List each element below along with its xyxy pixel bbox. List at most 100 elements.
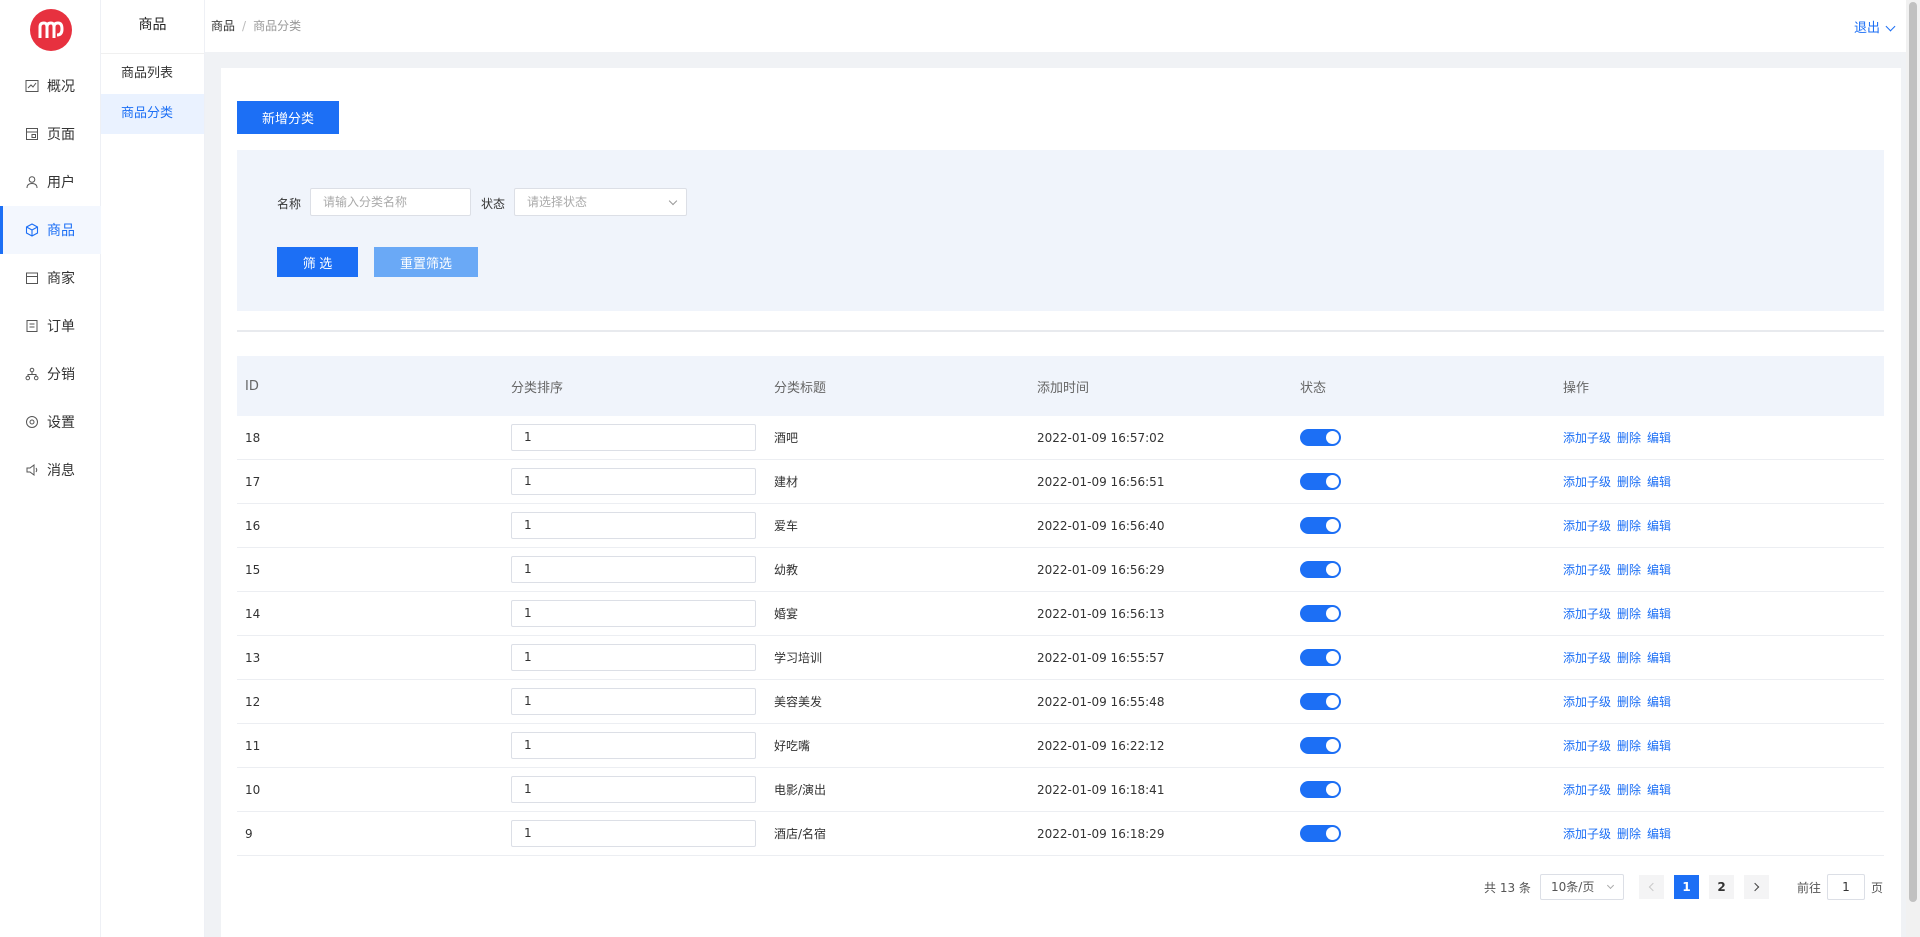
nav-item-3[interactable]: 商品 [0, 206, 101, 254]
delete-link[interactable]: 删除 [1617, 517, 1641, 534]
sort-input[interactable]: 1 [511, 468, 756, 495]
status-toggle[interactable] [1300, 561, 1341, 578]
filter-panel: 名称 请输入分类名称 状态 请选择状态 筛 选 重置筛选 [237, 150, 1884, 311]
edit-link[interactable]: 编辑 [1647, 649, 1671, 666]
next-page-button[interactable] [1744, 875, 1769, 899]
nav-item-4[interactable]: 商家 [0, 254, 101, 302]
nav-item-2[interactable]: 用户 [0, 158, 101, 206]
sort-input[interactable]: 1 [511, 688, 756, 715]
reset-filter-button[interactable]: 重置筛选 [374, 247, 478, 277]
add-child-link[interactable]: 添加子级 [1563, 693, 1611, 710]
subnav-item-product-category[interactable]: 商品分类 [101, 94, 204, 134]
breadcrumb-separator: / [242, 19, 247, 33]
edit-link[interactable]: 编辑 [1647, 429, 1671, 446]
status-select[interactable]: 请选择状态 [514, 188, 687, 216]
delete-link[interactable]: 删除 [1617, 561, 1641, 578]
edit-link[interactable]: 编辑 [1647, 473, 1671, 490]
cell-title: 爱车 [774, 519, 799, 533]
status-toggle[interactable] [1300, 693, 1341, 710]
cell-status [1300, 680, 1341, 723]
filter-button[interactable]: 筛 选 [277, 247, 358, 277]
scrollbar-thumb[interactable] [1909, 2, 1917, 902]
page-button-2[interactable]: 2 [1709, 875, 1734, 899]
add-child-link[interactable]: 添加子级 [1563, 605, 1611, 622]
add-child-link[interactable]: 添加子级 [1563, 825, 1611, 842]
logo[interactable] [30, 9, 72, 51]
delete-link[interactable]: 删除 [1617, 473, 1641, 490]
status-toggle[interactable] [1300, 605, 1341, 622]
chevron-left-icon [1648, 882, 1658, 892]
breadcrumb-root[interactable]: 商品 [211, 19, 235, 33]
cell-id: 16 [245, 518, 261, 533]
edit-link[interactable]: 编辑 [1647, 781, 1671, 798]
chevron-down-icon [1606, 881, 1615, 890]
edit-link[interactable]: 编辑 [1647, 605, 1671, 622]
nav-item-5[interactable]: 订单 [0, 302, 101, 350]
delete-link[interactable]: 删除 [1617, 429, 1641, 446]
goto-page-input[interactable]: 1 [1827, 874, 1865, 900]
cell-sort: 1 [511, 724, 756, 767]
add-category-button[interactable]: 新增分类 [237, 101, 339, 134]
cell-title: 美容美发 [774, 695, 823, 709]
add-child-link[interactable]: 添加子级 [1563, 737, 1611, 754]
page-button-1[interactable]: 1 [1674, 875, 1699, 899]
sort-input[interactable]: 1 [511, 556, 756, 583]
nav-item-label: 订单 [47, 319, 75, 335]
nav-item-label: 商家 [47, 271, 75, 287]
table-row: 9 1 酒店/名宿 2022-01-09 16:18:29 添加子级 删除 编辑 [237, 812, 1884, 856]
status-toggle[interactable] [1300, 781, 1341, 798]
order-icon [25, 319, 39, 333]
cell-title: 建材 [774, 475, 799, 489]
edit-link[interactable]: 编辑 [1647, 737, 1671, 754]
delete-link[interactable]: 删除 [1617, 737, 1641, 754]
status-toggle[interactable] [1300, 517, 1341, 534]
table-row: 17 1 建材 2022-01-09 16:56:51 添加子级 删除 编辑 [237, 460, 1884, 504]
add-child-link[interactable]: 添加子级 [1563, 429, 1611, 446]
sort-input[interactable]: 1 [511, 820, 756, 847]
distribution-icon [25, 367, 39, 381]
edit-link[interactable]: 编辑 [1647, 693, 1671, 710]
prev-page-button[interactable] [1639, 875, 1664, 899]
cell-title: 酒吧 [774, 431, 799, 445]
sort-input[interactable]: 1 [511, 776, 756, 803]
add-child-link[interactable]: 添加子级 [1563, 781, 1611, 798]
nav-item-6[interactable]: 分销 [0, 350, 101, 398]
header-status: 状态 [1300, 380, 1327, 396]
settings-icon [25, 415, 39, 429]
edit-link[interactable]: 编辑 [1647, 561, 1671, 578]
cell-actions: 添加子级 删除 编辑 [1563, 416, 1677, 459]
name-input[interactable]: 请输入分类名称 [310, 188, 471, 216]
page-scrollbar[interactable] [1906, 0, 1920, 937]
sort-input[interactable]: 1 [511, 600, 756, 627]
add-child-link[interactable]: 添加子级 [1563, 473, 1611, 490]
sort-input[interactable]: 1 [511, 644, 756, 671]
page-size-select[interactable]: 10条/页 [1540, 874, 1624, 900]
subnav-item-product-list[interactable]: 商品列表 [101, 54, 204, 94]
delete-link[interactable]: 删除 [1617, 649, 1641, 666]
chart-icon [25, 79, 39, 93]
nav-item-8[interactable]: 消息 [0, 446, 101, 494]
delete-link[interactable]: 删除 [1617, 693, 1641, 710]
delete-link[interactable]: 删除 [1617, 781, 1641, 798]
sort-input[interactable]: 1 [511, 512, 756, 539]
delete-link[interactable]: 删除 [1617, 605, 1641, 622]
nav-item-1[interactable]: 页面 [0, 110, 101, 158]
add-child-link[interactable]: 添加子级 [1563, 561, 1611, 578]
status-toggle[interactable] [1300, 429, 1341, 446]
status-toggle[interactable] [1300, 649, 1341, 666]
sort-input[interactable]: 1 [511, 732, 756, 759]
edit-link[interactable]: 编辑 [1647, 517, 1671, 534]
status-toggle[interactable] [1300, 737, 1341, 754]
sort-input[interactable]: 1 [511, 424, 756, 451]
nav-item-0[interactable]: 概况 [0, 62, 101, 110]
chevron-right-icon [1750, 882, 1760, 892]
status-toggle[interactable] [1300, 825, 1341, 842]
status-toggle[interactable] [1300, 473, 1341, 490]
nav-item-7[interactable]: 设置 [0, 398, 101, 446]
add-child-link[interactable]: 添加子级 [1563, 649, 1611, 666]
add-child-link[interactable]: 添加子级 [1563, 517, 1611, 534]
delete-link[interactable]: 删除 [1617, 825, 1641, 842]
logout-button[interactable]: 退出 [1854, 17, 1896, 36]
header-id: ID [245, 378, 259, 394]
edit-link[interactable]: 编辑 [1647, 825, 1671, 842]
